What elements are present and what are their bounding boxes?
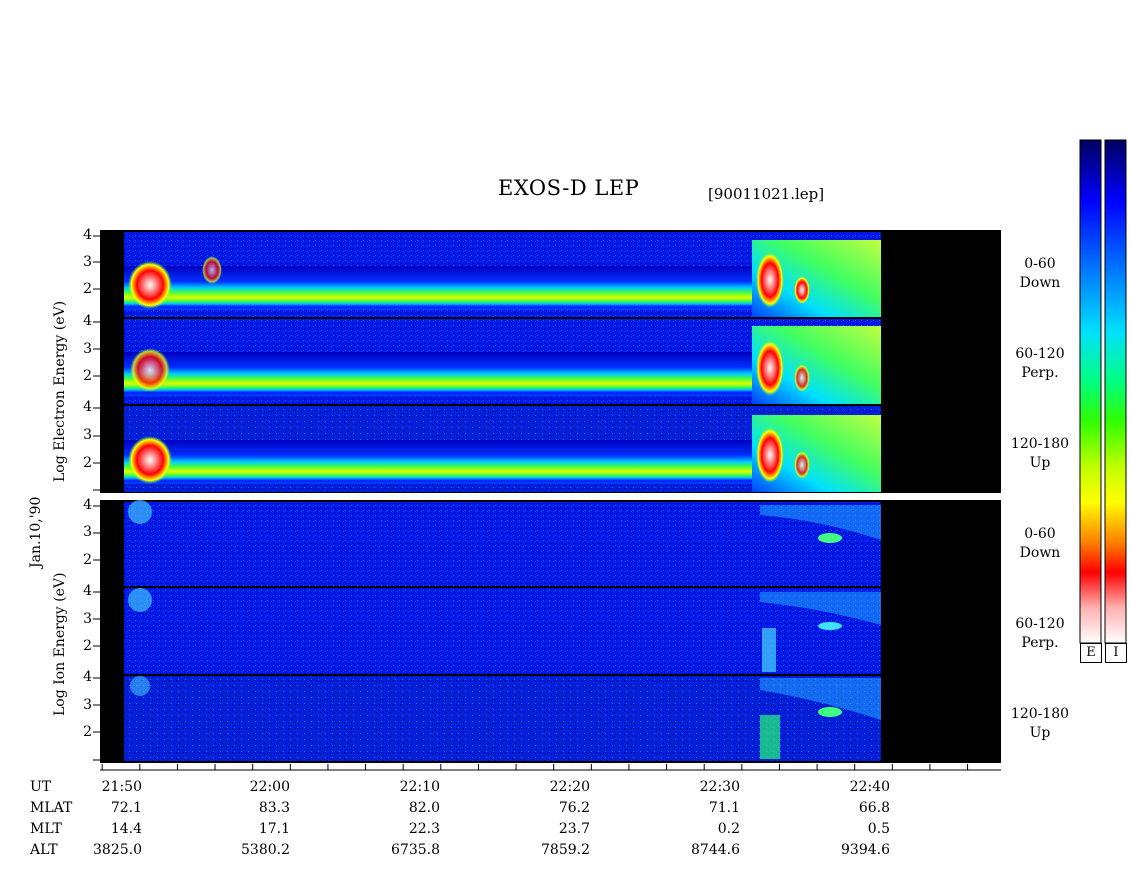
time-axis (100, 764, 1001, 771)
mlt-2: 22.3 (408, 821, 440, 837)
colorbar-ion (1104, 139, 1127, 644)
mlat-2: 82.0 (408, 800, 440, 816)
mlt-3: 23.7 (558, 821, 590, 837)
ut-2: 22:10 (399, 779, 440, 795)
electron-pitch-perp: 60-120 Perp. (1015, 346, 1065, 381)
ytick-i2-4: 4 (83, 583, 92, 599)
ut-4: 22:30 (699, 779, 740, 795)
colorbar-ion-label: I (1105, 643, 1127, 663)
alt-1: 5380.2 (241, 842, 290, 858)
ytick-e1-2: 2 (83, 281, 92, 297)
colorbar-electron (1079, 139, 1102, 644)
mlt-1: 17.1 (258, 821, 290, 837)
ytick-e3-2: 2 (83, 455, 92, 471)
y-ticks (93, 235, 100, 761)
footer-label-alt: ALT (30, 842, 58, 858)
electron-pitch-down: 0-60 Down (1019, 256, 1061, 291)
alt-2: 6735.8 (391, 842, 440, 858)
ytick-i2-3: 3 (83, 611, 92, 627)
ytick-e1-4: 4 (83, 227, 92, 243)
ion-panel-up (124, 676, 881, 761)
mlat-4: 71.1 (708, 800, 740, 816)
date-label: Jan.10,'90 (28, 496, 44, 568)
mlat-0: 72.1 (110, 800, 142, 816)
ut-5: 22:40 (849, 779, 890, 795)
ytick-e1-3: 3 (83, 254, 92, 270)
electron-panel-up (124, 406, 881, 492)
ut-0: 21:50 (101, 779, 142, 795)
ytick-i1-3: 3 (83, 524, 92, 540)
ytick-e2-2: 2 (83, 368, 92, 384)
ytick-i3-3: 3 (83, 697, 92, 713)
ytick-e3-3: 3 (83, 427, 92, 443)
colorbar-electron-label: E (1080, 643, 1102, 663)
ion-pitch-up: 120-180 Up (1010, 706, 1070, 741)
footer-label-mlat: MLAT (30, 800, 73, 816)
electron-axis-label: Log Electron Energy (eV) (52, 300, 68, 482)
mlt-0: 14.4 (110, 821, 142, 837)
spectrogram-svg (93, 139, 1127, 771)
footer-label-ut: UT (30, 779, 52, 795)
ytick-i3-2: 2 (83, 724, 92, 740)
mlt-5: 0.5 (867, 821, 890, 837)
ion-pitch-perp: 60-120 Perp. (1015, 616, 1065, 651)
mlat-5: 66.8 (858, 800, 890, 816)
alt-4: 8744.6 (691, 842, 740, 858)
ion-panel-down (124, 500, 881, 586)
mlt-4: 0.2 (717, 821, 740, 837)
ion-axis-label: Log Ion Energy (eV) (52, 572, 68, 716)
electron-panel-perp (124, 319, 881, 404)
ytick-i2-2: 2 (83, 638, 92, 654)
ion-panels (124, 500, 881, 761)
ytick-e2-4: 4 (83, 313, 92, 329)
ytick-e3-4: 4 (83, 399, 92, 415)
ion-pitch-down: 0-60 Down (1019, 526, 1061, 561)
ut-1: 22:00 (249, 779, 290, 795)
mlat-3: 76.2 (558, 800, 590, 816)
ytick-i1-2: 2 (83, 552, 92, 568)
ytick-e2-3: 3 (83, 341, 92, 357)
mlat-1: 83.3 (258, 800, 290, 816)
alt-3: 7859.2 (541, 842, 590, 858)
electron-panels (124, 232, 881, 492)
electron-pitch-up: 120-180 Up (1010, 436, 1070, 471)
footer-label-mlt: MLT (30, 821, 62, 837)
ytick-i1-4: 4 (83, 497, 92, 513)
ut-3: 22:20 (549, 779, 590, 795)
ytick-i3-4: 4 (83, 669, 92, 685)
alt-5: 9394.6 (841, 842, 890, 858)
alt-0: 3825.0 (93, 842, 142, 858)
electron-panel-down (124, 232, 881, 317)
ion-panel-perp (124, 588, 881, 674)
